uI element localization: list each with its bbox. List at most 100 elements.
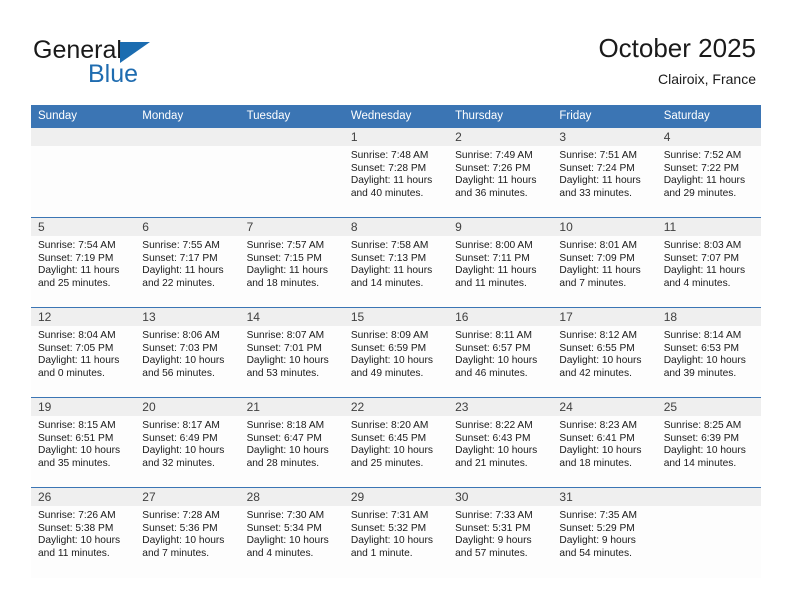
sunset-line: Sunset: 5:36 PM <box>142 522 218 534</box>
day-cell[interactable]: 13 Sunrise: 8:06 AM Sunset: 7:03 PM Dayl… <box>135 307 240 398</box>
day-number: 3 <box>552 128 657 146</box>
day-cell[interactable]: 10 Sunrise: 8:01 AM Sunset: 7:09 PM Dayl… <box>552 217 657 308</box>
sunrise-line: Sunrise: 7:52 AM <box>663 150 742 161</box>
week-row: 5 Sunrise: 7:54 AM Sunset: 7:19 PM Dayli… <box>31 217 761 308</box>
daylight-line-1: Daylight: 10 hours <box>246 445 329 457</box>
day-cell[interactable]: 19 Sunrise: 8:15 AM Sunset: 6:51 PM Dayl… <box>31 397 136 488</box>
day-cell[interactable]: 23 Sunrise: 8:22 AM Sunset: 6:43 PM Dayl… <box>448 397 553 488</box>
day-cell[interactable]: 15 Sunrise: 8:09 AM Sunset: 6:59 PM Dayl… <box>343 307 449 398</box>
day-cell[interactable]: 12 Sunrise: 8:04 AM Sunset: 7:05 PM Dayl… <box>31 307 136 398</box>
sunrise-line: Sunrise: 7:33 AM <box>455 510 533 521</box>
week-row: 19 Sunrise: 8:15 AM Sunset: 6:51 PM Dayl… <box>31 397 761 488</box>
day-cell[interactable]: 14 Sunrise: 8:07 AM Sunset: 7:01 PM Dayl… <box>239 307 344 398</box>
daylight-line-2: and 18 minutes. <box>246 277 320 289</box>
day-cell[interactable]: 31 Sunrise: 7:35 AM Sunset: 5:29 PM Dayl… <box>552 487 657 578</box>
daylight-line-1: Daylight: 10 hours <box>142 535 225 547</box>
daylight-line-1: Daylight: 10 hours <box>38 445 121 457</box>
sunrise-line: Sunrise: 8:01 AM <box>559 240 637 251</box>
week-row: 26 Sunrise: 7:26 AM Sunset: 5:38 PM Dayl… <box>31 487 761 578</box>
day-details: Sunrise: 7:58 AM Sunset: 7:13 PM Dayligh… <box>344 236 448 290</box>
day-cell[interactable]: 27 Sunrise: 7:28 AM Sunset: 5:36 PM Dayl… <box>135 487 240 578</box>
sunrise-line: Sunrise: 8:04 AM <box>38 330 116 341</box>
daylight-line-2: and 1 minute. <box>350 547 413 559</box>
daylight-line-1: Daylight: 11 hours <box>455 175 537 187</box>
day-number: 1 <box>343 128 449 146</box>
day-cell[interactable]: 21 Sunrise: 8:18 AM Sunset: 6:47 PM Dayl… <box>239 397 344 488</box>
day-details: Sunrise: 8:20 AM Sunset: 6:45 PM Dayligh… <box>344 416 448 470</box>
day-cell[interactable]: 1 Sunrise: 7:48 AM Sunset: 7:28 PM Dayli… <box>343 127 449 218</box>
day-details: Sunrise: 7:49 AM Sunset: 7:26 PM Dayligh… <box>448 146 552 200</box>
daylight-line-2: and 46 minutes. <box>455 367 528 379</box>
day-cell[interactable]: 5 Sunrise: 7:54 AM Sunset: 7:19 PM Dayli… <box>31 217 136 308</box>
day-cell[interactable]: 26 Sunrise: 7:26 AM Sunset: 5:38 PM Dayl… <box>31 487 136 578</box>
day-cell[interactable]: 18 Sunrise: 8:14 AM Sunset: 6:53 PM Dayl… <box>656 307 761 398</box>
day-cell[interactable]: 30 Sunrise: 7:33 AM Sunset: 5:31 PM Dayl… <box>448 487 553 578</box>
day-cell[interactable]: 6 Sunrise: 7:55 AM Sunset: 7:17 PM Dayli… <box>135 217 240 308</box>
day-cell[interactable]: 24 Sunrise: 8:23 AM Sunset: 6:41 PM Dayl… <box>552 397 657 488</box>
sunrise-line: Sunrise: 8:03 AM <box>663 240 742 251</box>
sunrise-line: Sunrise: 7:26 AM <box>38 510 116 521</box>
day-number: 2 <box>448 128 553 146</box>
sunrise-line: Sunrise: 7:30 AM <box>246 510 325 521</box>
daylight-line-1: Daylight: 11 hours <box>663 175 746 187</box>
day-details: Sunrise: 7:57 AM Sunset: 7:15 PM Dayligh… <box>240 236 344 290</box>
week-row: 12 Sunrise: 8:04 AM Sunset: 7:05 PM Dayl… <box>31 307 761 398</box>
general-blue-logo[interactable]: General Blue <box>33 36 213 90</box>
day-number: 28 <box>239 488 344 506</box>
daylight-line-2: and 39 minutes. <box>663 367 737 379</box>
day-cell[interactable]: 11 Sunrise: 8:03 AM Sunset: 7:07 PM Dayl… <box>656 217 761 308</box>
day-number: 5 <box>31 218 136 236</box>
day-details: Sunrise: 7:55 AM Sunset: 7:17 PM Dayligh… <box>135 236 239 290</box>
sunset-line: Sunset: 7:19 PM <box>38 252 114 264</box>
day-number: 21 <box>239 398 344 416</box>
daylight-line-1: Daylight: 9 hours <box>559 535 636 547</box>
weekday-header-thursday: Thursday <box>448 105 553 128</box>
day-cell[interactable]: 17 Sunrise: 8:12 AM Sunset: 6:55 PM Dayl… <box>552 307 657 398</box>
day-details: Sunrise: 7:33 AM Sunset: 5:31 PM Dayligh… <box>448 506 552 560</box>
day-details: Sunrise: 7:28 AM Sunset: 5:36 PM Dayligh… <box>135 506 239 560</box>
daylight-line-1: Daylight: 11 hours <box>663 265 746 277</box>
day-number <box>135 128 240 146</box>
daylight-line-2: and 4 minutes. <box>246 547 314 559</box>
day-cell[interactable]: 3 Sunrise: 7:51 AM Sunset: 7:24 PM Dayli… <box>552 127 657 218</box>
day-cell[interactable]: 20 Sunrise: 8:17 AM Sunset: 6:49 PM Dayl… <box>135 397 240 488</box>
day-details: Sunrise: 7:54 AM Sunset: 7:19 PM Dayligh… <box>31 236 135 290</box>
weekday-header-monday: Monday <box>135 105 240 128</box>
daylight-line-1: Daylight: 11 hours <box>350 175 433 187</box>
weekday-header-saturday: Saturday <box>656 105 761 128</box>
daylight-line-1: Daylight: 10 hours <box>246 535 329 547</box>
day-number: 30 <box>448 488 553 506</box>
day-details: Sunrise: 8:09 AM Sunset: 6:59 PM Dayligh… <box>344 326 448 380</box>
daylight-line-2: and 14 minutes. <box>350 277 424 289</box>
page-header: General Blue October 2025 Clairoix, Fran… <box>0 0 792 100</box>
daylight-line-2: and 49 minutes. <box>350 367 424 379</box>
sunrise-line: Sunrise: 8:06 AM <box>142 330 220 341</box>
daylight-line-2: and 21 minutes. <box>455 457 528 469</box>
daylight-line-2: and 7 minutes. <box>142 547 210 559</box>
day-cell[interactable]: 7 Sunrise: 7:57 AM Sunset: 7:15 PM Dayli… <box>239 217 344 308</box>
day-cell[interactable]: 28 Sunrise: 7:30 AM Sunset: 5:34 PM Dayl… <box>239 487 344 578</box>
day-number: 31 <box>552 488 657 506</box>
sunset-line: Sunset: 7:07 PM <box>663 252 740 264</box>
day-cell[interactable]: 16 Sunrise: 8:11 AM Sunset: 6:57 PM Dayl… <box>448 307 553 398</box>
day-cell[interactable]: 29 Sunrise: 7:31 AM Sunset: 5:32 PM Dayl… <box>343 487 449 578</box>
daylight-line-2: and 14 minutes. <box>663 457 737 469</box>
day-number: 13 <box>135 308 240 326</box>
day-cell[interactable]: 25 Sunrise: 8:25 AM Sunset: 6:39 PM Dayl… <box>656 397 761 488</box>
day-cell[interactable]: 9 Sunrise: 8:00 AM Sunset: 7:11 PM Dayli… <box>448 217 553 308</box>
daylight-line-1: Daylight: 10 hours <box>455 445 538 457</box>
sunrise-line: Sunrise: 7:35 AM <box>559 510 637 521</box>
sunrise-line: Sunrise: 7:31 AM <box>350 510 429 521</box>
daylight-line-2: and 25 minutes. <box>38 277 111 289</box>
daylight-line-1: Daylight: 10 hours <box>142 445 225 457</box>
daylight-line-1: Daylight: 9 hours <box>455 535 532 547</box>
day-details: Sunrise: 8:06 AM Sunset: 7:03 PM Dayligh… <box>135 326 239 380</box>
sunset-line: Sunset: 6:43 PM <box>455 432 531 444</box>
day-cell[interactable]: 8 Sunrise: 7:58 AM Sunset: 7:13 PM Dayli… <box>343 217 449 308</box>
day-cell[interactable]: 4 Sunrise: 7:52 AM Sunset: 7:22 PM Dayli… <box>656 127 761 218</box>
daylight-line-1: Daylight: 11 hours <box>455 265 537 277</box>
day-cell[interactable]: 22 Sunrise: 8:20 AM Sunset: 6:45 PM Dayl… <box>343 397 449 488</box>
day-cell[interactable]: 2 Sunrise: 7:49 AM Sunset: 7:26 PM Dayli… <box>448 127 553 218</box>
day-number: 17 <box>552 308 657 326</box>
daylight-line-1: Daylight: 10 hours <box>559 445 642 457</box>
